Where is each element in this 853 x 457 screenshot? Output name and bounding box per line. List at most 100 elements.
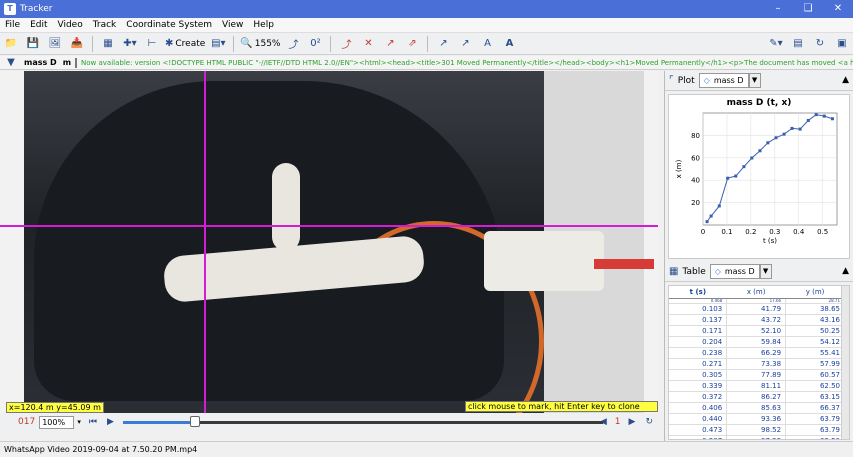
plot-maximize-icon[interactable]: ▲ bbox=[842, 75, 849, 85]
cell-y[interactable]: 66.37 bbox=[785, 402, 845, 414]
cell-x[interactable]: 93.36 bbox=[726, 413, 787, 425]
cell-t[interactable]: 0.103 bbox=[669, 303, 728, 315]
table-row[interactable]: 0.305 77.89 60.57 bbox=[669, 369, 845, 381]
table-scrollbar[interactable] bbox=[841, 286, 849, 439]
cell-y[interactable]: 63.79 bbox=[785, 424, 845, 436]
table-row[interactable]: 0.271 73.38 57.99 bbox=[669, 358, 845, 370]
close-icon[interactable]: ✕ bbox=[823, 0, 853, 18]
table-row[interactable]: 0.339 81.11 62.50 bbox=[669, 380, 845, 392]
cell-x[interactable]: 41.79 bbox=[726, 303, 787, 315]
cell-y[interactable]: 63.79 bbox=[785, 413, 845, 425]
cell-t[interactable]: 0.339 bbox=[669, 380, 728, 392]
create-button[interactable]: ✱ Create bbox=[165, 35, 205, 53]
column-header-t[interactable]: t (s) bbox=[669, 286, 727, 299]
cell-t[interactable]: 0.238 bbox=[669, 347, 728, 359]
save-icon[interactable]: 💾 bbox=[24, 35, 42, 53]
table-row[interactable]: 0.137 43.72 43.16 bbox=[669, 314, 845, 326]
filter-icon[interactable]: ▼ bbox=[2, 57, 20, 69]
column-header-x[interactable]: x (m) bbox=[726, 286, 786, 299]
cell-t[interactable]: 0.204 bbox=[669, 336, 728, 348]
cell-y[interactable]: 38.65 bbox=[785, 303, 845, 315]
video-frame[interactable] bbox=[24, 71, 654, 413]
cell-y[interactable]: 62.50 bbox=[785, 435, 845, 439]
cell-t[interactable]: 0.271 bbox=[669, 358, 728, 370]
plot-track-selector[interactable]: ◇ mass D bbox=[698, 73, 749, 88]
minimize-icon[interactable]: – bbox=[763, 0, 793, 18]
notes-icon[interactable]: ▤ bbox=[789, 35, 807, 53]
auto-step-icon[interactable]: 0² bbox=[306, 35, 324, 53]
cell-y[interactable]: 63.15 bbox=[785, 391, 845, 403]
table-row[interactable]: 0.238 66.29 55.41 bbox=[669, 347, 845, 359]
track-name[interactable]: mass D bbox=[24, 58, 57, 67]
cell-t[interactable]: 0.305 bbox=[669, 369, 728, 381]
zoom-button[interactable]: 🔍 155% bbox=[240, 35, 280, 53]
open-icon[interactable]: 📁 bbox=[2, 35, 20, 53]
refresh-icon[interactable]: ↻ bbox=[811, 35, 829, 53]
zoom-field[interactable]: 100% bbox=[39, 415, 75, 429]
table-view-label[interactable]: Table bbox=[682, 267, 705, 277]
points-icon[interactable]: ✕ bbox=[359, 35, 377, 53]
plot-area[interactable]: mass D (t, x) 20 40 60 80 0 0.1 0.2 0.3 0.4 0.5 t … bbox=[668, 94, 850, 259]
update-notice[interactable]: Now available: version <!DOCTYPE HTML PU… bbox=[81, 59, 853, 67]
autotrack-icon[interactable]: ⤴ bbox=[284, 35, 302, 53]
coordinate-axes-icon[interactable]: ✚▾ bbox=[121, 35, 139, 53]
table-row[interactable]: 0.440 93.36 63.79 bbox=[669, 413, 845, 425]
cell-y[interactable]: 55.41 bbox=[785, 347, 845, 359]
column-header-y[interactable]: y (m) bbox=[785, 286, 845, 299]
menu-file[interactable]: File bbox=[0, 20, 25, 30]
cell-x[interactable]: 85.63 bbox=[726, 402, 787, 414]
export-icon[interactable]: 📥 bbox=[68, 35, 86, 53]
cell-x[interactable]: 43.72 bbox=[726, 314, 787, 326]
video-slider[interactable] bbox=[122, 415, 603, 429]
cell-y[interactable]: 60.57 bbox=[785, 369, 845, 381]
menu-coordinate-system[interactable]: Coordinate System bbox=[121, 20, 217, 30]
import-video-icon[interactable]: 🖼 bbox=[46, 35, 64, 53]
table-row[interactable]: 0.103 41.79 38.65 bbox=[669, 303, 845, 315]
font-larger-icon[interactable]: A bbox=[500, 35, 518, 53]
cell-y[interactable]: 57.99 bbox=[785, 358, 845, 370]
menu-track[interactable]: Track bbox=[88, 20, 122, 30]
view-icon[interactable]: ▣ bbox=[833, 35, 851, 53]
velocity-icon[interactable]: ↗ bbox=[381, 35, 399, 53]
cell-y[interactable]: 50.25 bbox=[785, 325, 845, 337]
cell-t[interactable]: 0.372 bbox=[669, 391, 728, 403]
cell-x[interactable]: 73.38 bbox=[726, 358, 787, 370]
step-forward-icon[interactable]: ▶ bbox=[629, 417, 636, 427]
label-icon[interactable]: ↗ bbox=[456, 35, 474, 53]
cell-t[interactable]: 0.137 bbox=[669, 314, 728, 326]
cell-x[interactable]: 86.27 bbox=[726, 391, 787, 403]
fading-icon[interactable]: ↗ bbox=[434, 35, 452, 53]
coordinate-x-axis[interactable] bbox=[0, 225, 658, 227]
cell-t[interactable]: 0.440 bbox=[669, 413, 728, 425]
cell-x[interactable]: 59.84 bbox=[726, 336, 787, 348]
table-track-selector[interactable]: ◇ mass D bbox=[709, 264, 760, 279]
menu-video[interactable]: Video bbox=[53, 20, 88, 30]
cell-t[interactable]: 0.406 bbox=[669, 402, 728, 414]
menu-view[interactable]: View bbox=[217, 20, 248, 30]
cell-y[interactable]: 43.16 bbox=[785, 314, 845, 326]
menu-edit[interactable]: Edit bbox=[25, 20, 52, 30]
slider-knob[interactable] bbox=[189, 416, 200, 427]
menu-help[interactable]: Help bbox=[248, 20, 279, 30]
cell-y[interactable]: 54.12 bbox=[785, 336, 845, 348]
table-row[interactable]: 0.372 86.27 63.15 bbox=[669, 391, 845, 403]
play-icon[interactable]: ▶ bbox=[107, 417, 114, 427]
frame-number[interactable]: 017 bbox=[18, 417, 35, 427]
cell-x[interactable]: 52.10 bbox=[726, 325, 787, 337]
plot-view-label[interactable]: Plot bbox=[678, 76, 695, 86]
table-row[interactable]: 0.406 85.63 66.37 bbox=[669, 402, 845, 414]
table-maximize-icon[interactable]: ▲ bbox=[842, 266, 849, 276]
track-list-icon[interactable]: ▤▾ bbox=[209, 35, 227, 53]
cell-x[interactable]: 77.89 bbox=[726, 369, 787, 381]
coordinate-y-axis[interactable] bbox=[204, 71, 206, 413]
table-track-dropdown-icon[interactable]: ▼ bbox=[759, 264, 772, 279]
restore-icon[interactable]: ❏ bbox=[793, 0, 823, 18]
data-table[interactable]: t (s) x (m) y (m) 0.068 17.66 28.71 0.103 41… bbox=[668, 285, 850, 440]
cell-t[interactable]: 0.507 bbox=[669, 435, 728, 439]
font-smaller-icon[interactable]: A bbox=[478, 35, 496, 53]
loop-icon[interactable]: ↻ bbox=[645, 417, 653, 427]
cell-t[interactable]: 0.171 bbox=[669, 325, 728, 337]
acceleration-icon[interactable]: ⇗ bbox=[403, 35, 421, 53]
tape-measure-icon[interactable]: ⊢ bbox=[143, 35, 161, 53]
reset-icon[interactable]: ⏮ bbox=[89, 417, 97, 427]
